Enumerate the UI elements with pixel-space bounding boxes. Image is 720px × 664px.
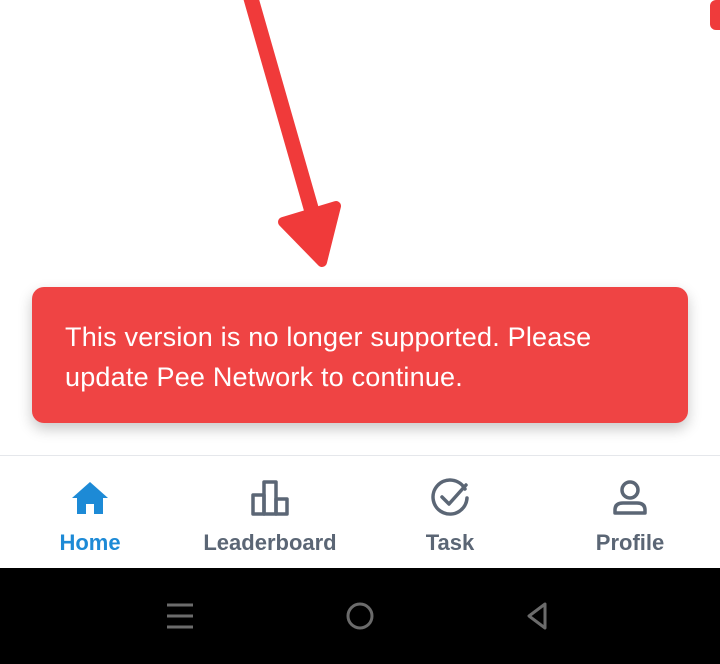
- leaderboard-icon: [248, 476, 292, 520]
- recent-apps-icon[interactable]: [160, 596, 200, 636]
- nav-label-profile: Profile: [595, 530, 665, 555]
- bottom-navigation: Home Leaderboard Task Profile: [0, 455, 720, 568]
- home-icon: [68, 476, 112, 520]
- corner-badge: [710, 0, 720, 30]
- back-triangle-icon[interactable]: [518, 596, 558, 636]
- update-required-toast: This version is no longer supported. Ple…: [32, 287, 688, 423]
- nav-label-leaderboard: Leaderboard: [203, 530, 337, 555]
- nav-item-task[interactable]: Task: [360, 456, 540, 568]
- nav-item-home[interactable]: Home: [0, 456, 180, 568]
- system-navigation-bar: [0, 568, 720, 664]
- nav-item-profile[interactable]: Profile: [540, 456, 720, 568]
- toast-message: This version is no longer supported. Ple…: [65, 322, 592, 392]
- nav-label-task: Task: [425, 530, 475, 555]
- app-screen: This version is no longer supported. Ple…: [0, 0, 720, 664]
- person-icon: [608, 476, 652, 520]
- nav-item-leaderboard[interactable]: Leaderboard: [180, 456, 360, 568]
- nav-label-home: Home: [59, 530, 121, 555]
- check-circle-icon: [428, 476, 472, 520]
- home-circle-icon[interactable]: [340, 596, 380, 636]
